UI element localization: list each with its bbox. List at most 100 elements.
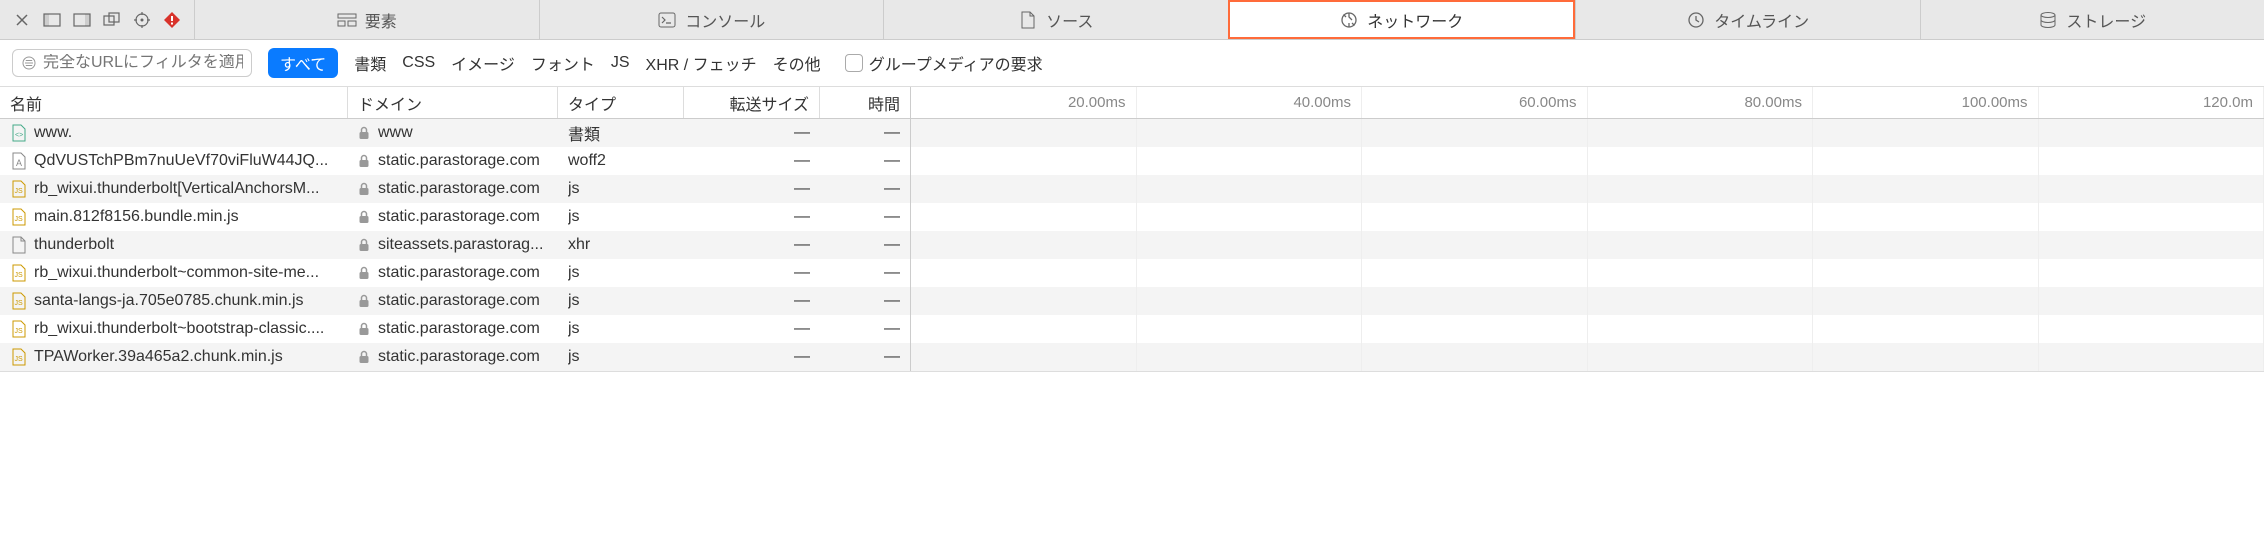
cell-size: — <box>684 343 820 371</box>
cell-domain: static.parastorage.com <box>348 343 558 371</box>
url-filter-input[interactable] <box>43 54 243 72</box>
svg-text:JS: JS <box>15 272 24 279</box>
lock-icon <box>358 294 372 308</box>
grid-rows: <>www.www書類——AQdVUSTchPBm7nuUeVf70viFluW… <box>0 119 910 371</box>
file-name: rb_wixui.thunderbolt[VerticalAnchorsM... <box>34 180 319 198</box>
detach-icon[interactable] <box>102 10 122 30</box>
table-row[interactable]: AQdVUSTchPBm7nuUeVf70viFluW44JQ... static… <box>0 147 910 175</box>
domain-text: siteassets.parastorag... <box>378 236 543 254</box>
left-panel-icon[interactable] <box>42 10 62 30</box>
console-icon <box>657 10 677 30</box>
cell-time: — <box>820 147 910 175</box>
col-type[interactable]: タイプ <box>558 87 684 118</box>
cell-name: JSTPAWorker.39a465a2.chunk.min.js <box>0 343 348 371</box>
cell-time: — <box>820 315 910 343</box>
table-row[interactable]: JSmain.812f8156.bundle.min.jsstatic.para… <box>0 203 910 231</box>
cell-name: AQdVUSTchPBm7nuUeVf70viFluW44JQ... <box>0 147 348 175</box>
filter-xhr[interactable]: XHR / フェッチ <box>646 51 757 75</box>
col-time[interactable]: 時間 <box>820 87 910 118</box>
domain-text: static.parastorage.com <box>378 264 540 282</box>
group-media-checkbox-wrap[interactable]: グループメディアの要求 <box>845 51 1043 75</box>
lock-icon <box>358 350 372 364</box>
filter-css[interactable]: CSS <box>402 54 435 72</box>
filter-all[interactable]: すべて <box>268 48 338 78</box>
domain-text: static.parastorage.com <box>378 208 540 226</box>
cell-time: — <box>820 259 910 287</box>
lock-icon <box>358 322 372 336</box>
timeline-row <box>911 315 2264 343</box>
timeline-rows <box>910 119 2264 371</box>
timeline-tick: 80.00ms <box>1588 87 1814 118</box>
file-icon: JS <box>10 180 28 198</box>
cell-domain: static.parastorage.com <box>348 259 558 287</box>
file-name: www. <box>34 124 72 142</box>
cell-time: — <box>820 231 910 259</box>
filter-input-wrap[interactable] <box>12 49 252 77</box>
col-size[interactable]: 転送サイズ <box>684 87 820 118</box>
timeline-row <box>911 287 2264 315</box>
tab-label: ソース <box>1046 8 1093 32</box>
cell-name: thunderbolt <box>0 231 348 259</box>
table-row[interactable]: JS rb_wixui.thunderbolt~common-site-me...… <box>0 259 910 287</box>
filter-images[interactable]: イメージ <box>451 51 515 75</box>
cell-type: js <box>558 259 684 287</box>
tab-label: タイムライン <box>1714 8 1809 32</box>
filter-documents[interactable]: 書類 <box>354 51 386 75</box>
tab-storage[interactable]: ストレージ <box>1920 0 2264 39</box>
file-name: thunderbolt <box>34 236 114 254</box>
cell-type: js <box>558 343 684 371</box>
cell-size: — <box>684 175 820 203</box>
cell-size: — <box>684 231 820 259</box>
checkbox-icon[interactable] <box>845 54 863 72</box>
tab-elements[interactable]: 要素 <box>194 0 539 39</box>
group-media-label: グループメディアの要求 <box>869 51 1043 75</box>
table-row[interactable]: JS santa-langs-ja.705e0785.chunk.min.js st… <box>0 287 910 315</box>
filter-fonts[interactable]: フォント <box>531 51 595 75</box>
tab-console[interactable]: コンソール <box>539 0 884 39</box>
filter-icon <box>21 55 37 71</box>
timeline-row <box>911 147 2264 175</box>
table-row[interactable]: thunderboltsiteassets.parastorag...xhr—— <box>0 231 910 259</box>
tab-network[interactable]: ネットワーク <box>1228 0 1576 39</box>
error-badge-icon[interactable] <box>162 10 182 30</box>
file-name: santa-langs-ja.705e0785.chunk.min.js <box>34 292 304 310</box>
cell-size: — <box>684 119 820 147</box>
cell-domain: static.parastorage.com <box>348 287 558 315</box>
domain-text: static.parastorage.com <box>378 152 540 170</box>
file-icon: A <box>10 152 28 170</box>
tab-label: コンソール <box>685 8 765 32</box>
filter-other[interactable]: その他 <box>773 51 821 75</box>
domain-text: static.parastorage.com <box>378 180 540 198</box>
cell-time: — <box>820 119 910 147</box>
cell-domain: static.parastorage.com <box>348 147 558 175</box>
table-row[interactable]: JS rb_wixui.thunderbolt[VerticalAnchorsM.… <box>0 175 910 203</box>
timeline-tick: 60.00ms <box>1362 87 1588 118</box>
close-icon[interactable] <box>12 10 32 30</box>
svg-text:JS: JS <box>15 216 24 223</box>
lock-icon <box>358 266 372 280</box>
file-name: rb_wixui.thunderbolt~bootstrap-classic..… <box>34 320 324 338</box>
timeline-row <box>911 259 2264 287</box>
cell-name: <>www. <box>0 119 348 147</box>
col-name[interactable]: 名前 <box>0 87 348 118</box>
tab-timeline[interactable]: タイムライン <box>1575 0 1920 39</box>
table-row[interactable]: <>www.www書類—— <box>0 119 910 147</box>
cell-type: js <box>558 315 684 343</box>
cell-name: JS rb_wixui.thunderbolt[VerticalAnchorsM.… <box>0 175 348 203</box>
filter-js[interactable]: JS <box>611 54 630 72</box>
storage-icon <box>2038 10 2058 30</box>
right-panel-icon[interactable] <box>72 10 92 30</box>
svg-text:JS: JS <box>15 300 24 307</box>
lock-icon <box>358 154 372 168</box>
file-name: rb_wixui.thunderbolt~common-site-me... <box>34 264 319 282</box>
lock-icon <box>358 182 372 196</box>
col-domain[interactable]: ドメイン <box>348 87 558 118</box>
table-row[interactable]: JSrb_wixui.thunderbolt~bootstrap-classic… <box>0 315 910 343</box>
domain-text: static.parastorage.com <box>378 348 540 366</box>
cell-size: — <box>684 147 820 175</box>
table-row[interactable]: JSTPAWorker.39a465a2.chunk.min.js static.… <box>0 343 910 371</box>
tab-sources[interactable]: ソース <box>883 0 1228 39</box>
target-icon[interactable] <box>132 10 152 30</box>
timeline-icon <box>1686 10 1706 30</box>
domain-text: static.parastorage.com <box>378 292 540 310</box>
